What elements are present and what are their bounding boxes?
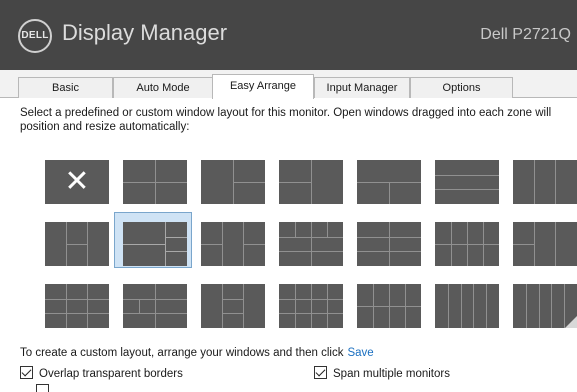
zone-divider [123,244,165,245]
zone-divider [513,244,534,245]
zone-divider [279,182,311,183]
layout-option-5[interactable] [357,160,421,204]
layout-option-2[interactable] [123,160,187,204]
layout-option-15[interactable] [45,284,109,328]
zone-divider [435,175,499,176]
zone-divider [222,313,243,314]
layout-option-16[interactable] [123,284,187,328]
monitor-name: Dell P2721Q [480,26,571,43]
layout-option-17[interactable] [201,284,265,328]
zone-divider [243,284,244,328]
zone-divider [87,284,88,328]
zone-divider [222,284,223,328]
zone-divider [357,306,421,307]
layout-option-20[interactable] [435,284,499,328]
zone-divider [279,251,343,252]
zone-divider [222,222,223,266]
layout-option-8[interactable] [45,222,109,266]
checkbox-checked-icon[interactable] [20,366,33,379]
zone-divider [389,222,390,266]
zone-divider [534,222,535,266]
checkbox-checked-icon[interactable] [314,366,327,379]
layout-option-21[interactable] [513,284,577,328]
layout-option-6[interactable] [435,160,499,204]
close-icon: ✕ [64,165,90,198]
tab-basic[interactable]: Basic [18,77,113,98]
layout-option-4[interactable] [279,160,343,204]
zone-divider [473,284,474,328]
zone-divider [123,182,187,183]
layout-option-1[interactable]: ✕ [45,160,109,204]
zone-divider [357,237,421,238]
zone-divider [165,237,187,238]
layout-option-14[interactable] [513,222,577,266]
zone-divider [555,160,556,204]
layout-option-9[interactable] [123,222,187,266]
zone-divider [123,313,187,314]
layout-description: Select a predefined or custom window lay… [20,107,552,133]
layout-option-7[interactable] [513,160,577,204]
zone-divider [311,222,312,266]
zone-divider [222,299,243,300]
tab-strip: Basic Auto Mode Easy Arrange Input Manag… [0,70,577,99]
zone-divider [534,160,535,204]
layout-option-10[interactable] [201,222,265,266]
zone-divider [45,299,109,300]
layout-grid: ✕ [45,160,577,328]
dell-logo: DELL [18,19,52,53]
tab-auto-mode[interactable]: Auto Mode [113,77,213,98]
zone-divider [123,299,187,300]
custom-layout-instructions: To create a custom layout, arrange your … [20,347,374,359]
zone-divider [526,284,527,328]
zone-divider [139,299,140,314]
span-monitors-checkbox[interactable]: Span multiple monitors [314,366,450,382]
zone-divider [551,284,552,328]
layout-option-19[interactable] [357,284,421,328]
zone-divider [165,251,187,252]
zone-divider [201,244,222,245]
zone-divider [486,284,487,328]
layout-option-13[interactable] [435,222,499,266]
save-link[interactable]: Save [347,347,373,359]
layout-option-12[interactable] [357,222,421,266]
zone-divider [311,284,312,328]
tab-easy-arrange[interactable]: Easy Arrange [212,74,314,99]
zone-divider [539,284,540,328]
zone-divider [243,244,265,245]
layout-option-3[interactable] [201,160,265,204]
zone-divider [461,284,462,328]
zone-divider [155,284,156,328]
layout-option-18[interactable] [279,284,343,328]
zone-divider [66,244,87,245]
corner-fold-icon [565,316,577,328]
layout-option-11[interactable] [279,222,343,266]
zone-divider [295,222,296,237]
tab-input-manager[interactable]: Input Manager [314,77,410,98]
zone-divider [66,284,67,328]
overlap-borders-checkbox[interactable]: Overlap transparent borders [20,366,183,382]
partial-checkbox[interactable] [36,384,49,392]
zone-divider [87,222,88,266]
zone-divider [327,284,328,328]
zone-divider [389,182,390,204]
zone-divider [165,222,166,266]
zone-divider [279,237,343,238]
tab-options[interactable]: Options [410,77,513,98]
zone-divider [311,160,312,204]
title-bar: DELL Display Manager Dell P2721Q [0,0,577,70]
zone-divider [327,222,328,237]
zone-divider [448,284,449,328]
zone-divider [295,284,296,328]
zone-divider [435,244,499,245]
zone-divider [233,182,265,183]
zone-divider [45,313,109,314]
app-title: Display Manager [62,20,228,45]
zone-divider [357,251,421,252]
zone-divider [435,189,499,190]
zone-divider [555,222,556,266]
